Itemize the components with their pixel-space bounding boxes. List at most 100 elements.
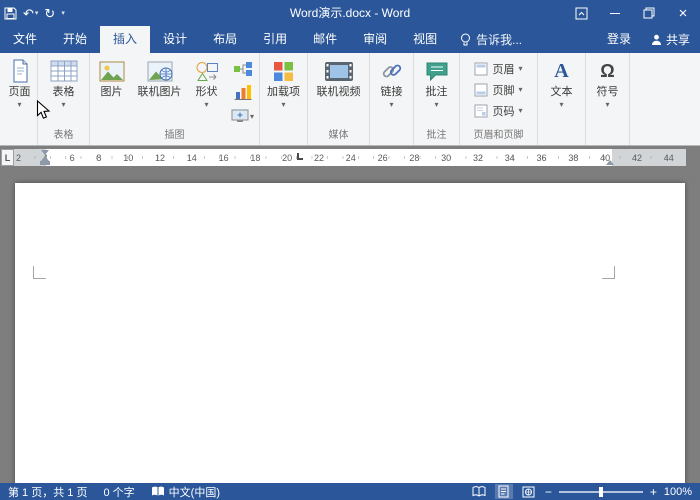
zoom-slider-knob[interactable] <box>599 487 603 497</box>
symbols-label: 符号 <box>597 86 619 99</box>
group-label-illustrations: 插图 <box>90 129 259 145</box>
tab-layout[interactable]: 布局 <box>200 26 250 53</box>
symbols-dropdown-icon: ▾ <box>605 101 609 109</box>
symbols-button[interactable]: Ω 符号 ▾ <box>597 53 619 109</box>
tab-file[interactable]: 文件 <box>0 26 50 53</box>
smartart-icon <box>233 61 253 77</box>
ruler-number: 16 <box>219 153 229 163</box>
picture-button[interactable]: 图片 <box>91 53 133 99</box>
tab-view[interactable]: 视图 <box>400 26 450 53</box>
online-pictures-button[interactable]: 联机图片 <box>133 53 187 99</box>
tab-insert[interactable]: 插入 <box>100 26 150 53</box>
document-workspace <box>0 170 700 483</box>
undo-button[interactable]: ↶ ▾ <box>23 7 38 20</box>
word-count[interactable]: 0 个字 <box>103 484 134 500</box>
share-button[interactable]: 共享 <box>641 26 700 53</box>
shapes-button[interactable]: 形状 ▾ <box>187 53 227 109</box>
ruler-number: 30 <box>441 153 451 163</box>
read-mode-icon <box>472 486 486 497</box>
read-mode-button[interactable] <box>470 484 488 499</box>
restore-button[interactable] <box>632 0 666 26</box>
ruler-number: 38 <box>568 153 578 163</box>
header-button[interactable]: 页眉 ▾ <box>470 58 526 79</box>
redo-button[interactable]: ↻ <box>44 7 55 20</box>
group-label-comments: 批注 <box>414 129 459 145</box>
pages-label: 页面 <box>9 86 31 99</box>
ribbon-group-links: 链接 ▾ <box>370 53 414 145</box>
zoom-slider[interactable] <box>559 491 643 493</box>
page-number-dropdown-icon: ▾ <box>518 107 522 115</box>
tell-me-box[interactable]: 告诉我... <box>450 26 532 53</box>
left-indent-marker[interactable] <box>40 161 50 165</box>
first-line-indent-marker[interactable] <box>41 150 49 155</box>
symbol-icon: Ω <box>600 58 614 84</box>
undo-icon: ↶ <box>23 7 34 20</box>
ruler-number: 34 <box>505 153 515 163</box>
tabs-spacer <box>532 26 597 53</box>
tab-references[interactable]: 引用 <box>250 26 300 53</box>
footer-label: 页脚 <box>492 82 514 98</box>
addins-dropdown-icon: ▾ <box>281 101 285 109</box>
ribbon-insert: 页面 ▾ 表格 ▾ 表格 <box>0 53 700 146</box>
tab-review[interactable]: 审阅 <box>350 26 400 53</box>
shapes-dropdown-icon: ▾ <box>204 101 208 109</box>
text-label: 文本 <box>551 86 573 99</box>
online-video-label: 联机视频 <box>317 86 361 99</box>
picture-icon <box>99 58 125 84</box>
redo-icon: ↻ <box>44 7 55 20</box>
comment-label: 批注 <box>426 86 448 99</box>
ruler-number: 18 <box>250 153 260 163</box>
header-dropdown-icon: ▾ <box>518 65 522 73</box>
proofing-button[interactable]: 中文(中国) <box>151 484 220 500</box>
horizontal-ruler[interactable]: 2468101214161820222426283032343638404244 <box>14 149 686 166</box>
minimize-button[interactable] <box>598 0 632 26</box>
smartart-button[interactable] <box>229 58 257 79</box>
web-layout-icon <box>522 486 535 498</box>
tab-design[interactable]: 设计 <box>150 26 200 53</box>
ribbon-display-options-button[interactable] <box>564 0 598 26</box>
customize-qat-button[interactable]: ▾ <box>61 10 65 17</box>
chart-button[interactable] <box>229 82 257 103</box>
table-button[interactable]: 表格 ▾ <box>50 53 78 109</box>
zoom-level[interactable]: 100% <box>664 486 692 498</box>
tab-home[interactable]: 开始 <box>50 26 100 53</box>
tab-stop-marker[interactable] <box>297 153 303 160</box>
sign-in-button[interactable]: 登录 <box>597 26 641 53</box>
lightbulb-icon <box>460 33 471 47</box>
picture-label: 图片 <box>101 86 123 99</box>
page-number-button[interactable]: 页码 ▾ <box>470 100 526 121</box>
tab-selector[interactable]: L <box>1 149 14 166</box>
links-button[interactable]: 链接 ▾ <box>381 53 403 109</box>
ruler-number: 10 <box>123 153 133 163</box>
page-info[interactable]: 第 1 页，共 1 页 <box>8 484 87 500</box>
save-button[interactable] <box>4 0 17 26</box>
ruler-band: L 24681012141618202224262830323436384042… <box>0 146 700 170</box>
group-label-media: 媒体 <box>308 129 369 145</box>
right-indent-marker[interactable] <box>606 160 614 165</box>
addins-label: 加载项 <box>267 86 300 99</box>
print-layout-button[interactable] <box>495 484 513 499</box>
zoom-out-button[interactable]: − <box>545 486 552 498</box>
ribbon-group-comments: 批注 ▾ 批注 <box>414 53 460 145</box>
pages-button[interactable]: 页面 ▾ <box>9 53 31 109</box>
undo-dropdown-icon: ▾ <box>35 10 39 17</box>
restore-icon <box>643 7 655 19</box>
share-label: 共享 <box>666 31 690 48</box>
ruler-number: 12 <box>155 153 165 163</box>
screenshot-button[interactable]: ▾ <box>229 106 257 127</box>
online-video-button[interactable]: 联机视频 <box>317 53 361 99</box>
document-page[interactable] <box>15 183 685 483</box>
close-button[interactable]: × <box>666 0 700 26</box>
ribbon-tab-bar: 文件 开始 插入 设计 布局 引用 邮件 审阅 视图 告诉我... 登录 共享 <box>0 26 700 53</box>
web-layout-button[interactable] <box>520 484 538 499</box>
addins-button[interactable]: 加载项 ▾ <box>267 53 300 109</box>
ruler-number: 32 <box>473 153 483 163</box>
tab-mailings[interactable]: 邮件 <box>300 26 350 53</box>
ruler-number: 6 <box>70 153 75 163</box>
link-icon <box>381 58 403 84</box>
chart-icon <box>233 84 253 101</box>
footer-button[interactable]: 页脚 ▾ <box>470 79 526 100</box>
zoom-in-button[interactable]: + <box>650 486 657 498</box>
comment-button[interactable]: 批注 ▾ <box>425 53 449 109</box>
text-button[interactable]: A 文本 ▾ <box>551 53 573 109</box>
